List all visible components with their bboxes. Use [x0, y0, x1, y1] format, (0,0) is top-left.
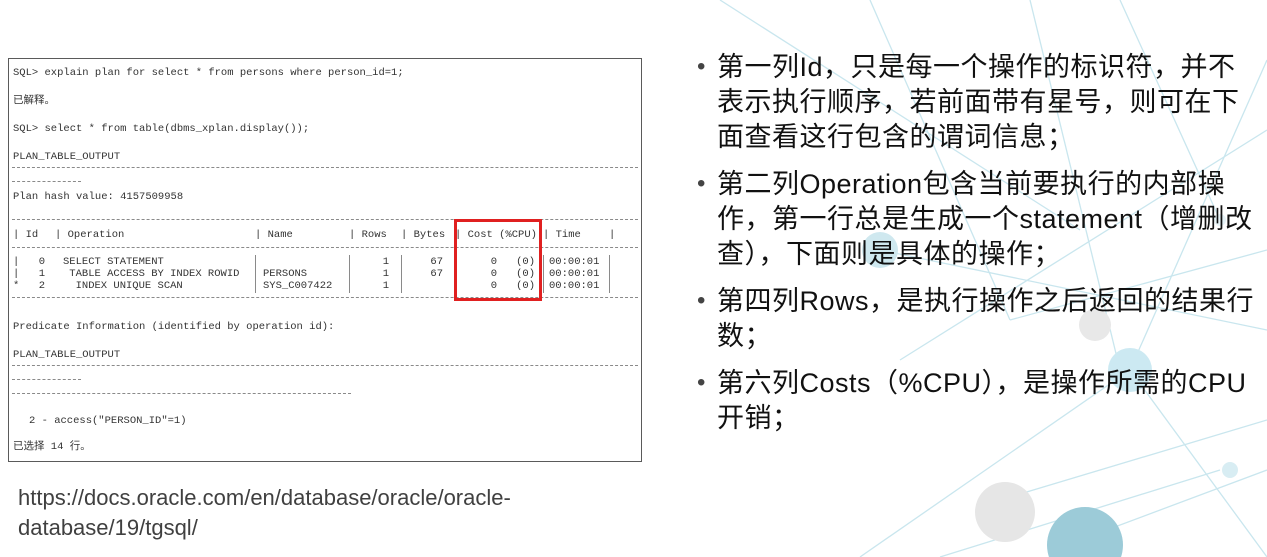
plan-row-2-name: SYS_C007422 — [263, 280, 333, 292]
plan-row-0-time: 00:00:01 — [549, 256, 600, 268]
plan-row-1-time: 00:00:01 — [549, 268, 600, 280]
plan-row-2-id: 2 — [38, 280, 45, 292]
bullet-item-operation-column: • 第二列Operation包含当前要执行的内部操作，第一行总是生成一个stat… — [693, 167, 1263, 272]
sql-console-screenshot: SQL> explain plan for select * from pers… — [8, 58, 642, 462]
bullet-text: 第一列Id，只是每一个操作的标识符，并不表示执行顺序，若前面带有星号，则可在下面… — [717, 52, 1240, 152]
plan-row-0-rows: 1 — [382, 256, 389, 268]
plan-header-operation: | Operation — [55, 229, 125, 241]
console-line-explain: SQL> explain plan for select * from pers… — [13, 67, 404, 79]
explanation-bullet-list: • 第一列Id，只是每一个操作的标识符，并不表示执行顺序，若前面带有星号，则可在… — [693, 50, 1263, 448]
console-divider — [12, 393, 351, 394]
console-divider — [12, 365, 638, 366]
plan-row-2-operation: INDEX UNIQUE SCAN — [63, 280, 183, 292]
plan-header-bytes: | Bytes — [401, 229, 446, 241]
console-divider — [12, 379, 81, 380]
plan-header-end: | — [609, 229, 616, 241]
plan-col-separator — [543, 255, 544, 293]
plan-header-rows: | Rows — [349, 229, 387, 241]
console-line-plan-hash: Plan hash value: 4157509958 — [13, 191, 184, 203]
plan-row-2-marker: * — [13, 280, 20, 292]
console-line-plan-table-output: PLAN_TABLE_OUTPUT — [13, 151, 121, 163]
console-divider — [12, 181, 81, 182]
plan-row-2-rows: 1 — [382, 280, 389, 292]
console-line-rows-selected: 已选择 14 行。 — [13, 441, 91, 453]
bullet-item-id-column: • 第一列Id，只是每一个操作的标识符，并不表示执行顺序，若前面带有星号，则可在… — [693, 50, 1263, 155]
plan-col-separator — [609, 255, 610, 293]
bullet-text: 第四列Rows，是执行操作之后返回的结果行数； — [717, 286, 1255, 351]
plan-row-1-operation: TABLE ACCESS BY INDEX ROWID — [63, 268, 240, 280]
console-line-plan-table-output-2: PLAN_TABLE_OUTPUT — [13, 349, 121, 361]
plan-row-1-rows: 1 — [382, 268, 389, 280]
bullet-dot-icon: • — [697, 53, 706, 80]
plan-row-1-id: 1 — [38, 268, 45, 280]
plan-row-2-time: 00:00:01 — [549, 280, 600, 292]
plan-row-1-name: PERSONS — [263, 268, 308, 280]
plan-row-0-operation: SELECT STATEMENT — [63, 256, 164, 268]
plan-row-1-bytes: 67 — [430, 268, 443, 280]
plan-table-header-rule — [12, 247, 638, 248]
plan-row-0-marker: | — [13, 256, 20, 268]
plan-header-name: | Name — [255, 229, 293, 241]
console-line-predicate-info: Predicate Information (identified by ope… — [13, 321, 335, 333]
plan-header-id: | Id — [13, 229, 39, 241]
reference-url: https://docs.oracle.com/en/database/orac… — [18, 485, 511, 540]
bullet-dot-icon: • — [697, 287, 706, 314]
plan-table-bottom-rule — [12, 297, 638, 298]
plan-table-top-rule — [12, 219, 638, 220]
plan-col-separator — [401, 255, 402, 293]
bullet-text: 第六列Costs（%CPU），是操作所需的CPU开销； — [717, 368, 1247, 433]
bullet-item-cost-column: • 第六列Costs（%CPU），是操作所需的CPU开销； — [693, 366, 1263, 436]
plan-header-time: | Time — [543, 229, 581, 241]
bullet-dot-icon: • — [697, 170, 706, 197]
bullet-text: 第二列Operation包含当前要执行的内部操作，第一行总是生成一个statem… — [717, 169, 1253, 269]
plan-row-0-id: 0 — [38, 256, 45, 268]
bullet-dot-icon: • — [697, 369, 706, 396]
console-divider — [12, 167, 638, 168]
console-line-select: SQL> select * from table(dbms_xplan.disp… — [13, 123, 310, 135]
bullet-item-rows-column: • 第四列Rows，是执行操作之后返回的结果行数； — [693, 284, 1263, 354]
cost-column-highlight-box — [454, 219, 542, 301]
console-line-access-predicate: 2 - access("PERSON_ID"=1) — [29, 415, 187, 427]
plan-col-separator — [255, 255, 256, 293]
plan-col-separator — [349, 255, 350, 293]
plan-row-0-bytes: 67 — [430, 256, 443, 268]
console-line-explained: 已解释。 — [13, 95, 55, 107]
plan-row-1-marker: | — [13, 268, 20, 280]
